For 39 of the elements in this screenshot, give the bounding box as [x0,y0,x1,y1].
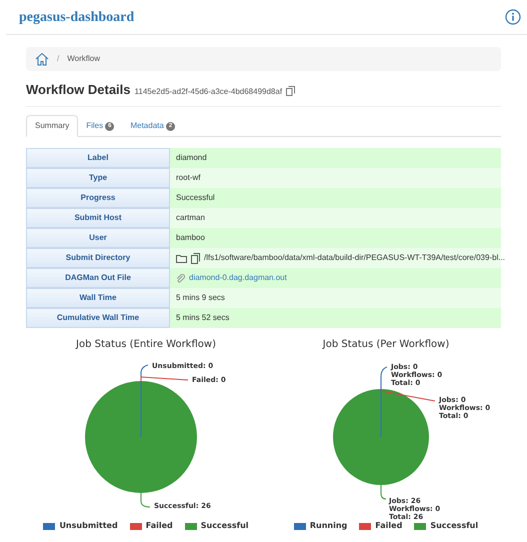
table-cell: /lfs1/software/bamboo/data/xml-data/build-dir/PEGASUS-WT-T39A/test/core/039-bl... [204,252,506,264]
row-label: Wall Time [26,288,170,308]
row-label: Type [26,168,170,188]
legend-label: Successful [430,520,478,532]
copy-icon[interactable] [286,86,296,96]
row-label: Submit Host [26,208,170,228]
file-link[interactable]: diamond-0.dag.dagman.out [189,272,287,284]
leader-line [380,484,386,500]
folder-icon[interactable] [176,254,187,262]
chart-title: Job Status (Entire Workflow) [76,338,216,352]
table-cell: diamond [176,152,207,164]
table-cell: root-wf [176,172,200,184]
home-icon[interactable] [35,52,49,66]
table-cell: bamboo [176,232,205,244]
table-cell: Successful [176,192,215,204]
info-icon[interactable] [505,9,521,25]
workflow-id: 1145e2d5-ad2f-45d6-a3ce-4bd68499d8af [134,88,282,96]
chart-title: Job Status (Per Workflow) [322,338,450,352]
row-label: Cumulative Wall Time [26,308,170,328]
tab[interactable]: Summary [26,115,78,137]
legend-label: Unsubmitted [59,520,118,532]
legend-label: Failed [375,520,402,532]
brand-title[interactable]: pegasus-dashboard [19,6,134,28]
table-cell: 5 mins 9 secs [176,292,225,304]
copy-icon[interactable] [191,252,200,264]
row-label: User [26,228,170,248]
legend-label: Failed [146,520,173,532]
row-label: Submit Directory [26,248,170,268]
row-label: Progress [26,188,170,208]
breadcrumb-current: Workflow [67,53,100,65]
paperclip-icon [176,274,185,282]
table-cell: cartman [176,212,205,224]
row-label: DAGMan Out File [26,268,170,288]
breadcrumb-separator: / [57,53,60,65]
legend-label: Running [310,520,348,532]
row-label: Label [26,148,170,168]
legend-label: Successful [200,520,249,532]
page-title: Workflow Details [26,83,131,96]
table-cell: 5 mins 52 secs [176,312,230,324]
